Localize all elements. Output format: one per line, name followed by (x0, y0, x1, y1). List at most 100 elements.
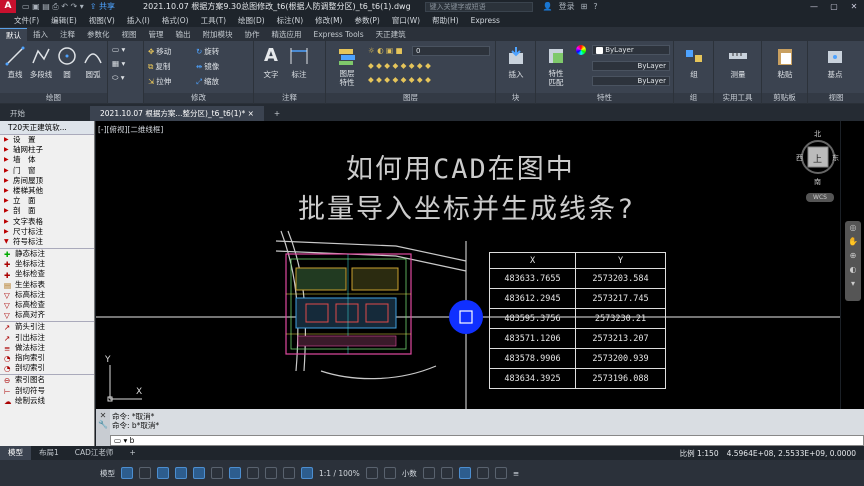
tab-collaborate[interactable]: 协作 (239, 28, 266, 41)
lineweight-dropdown[interactable]: ByLayer (592, 76, 670, 86)
menu-parametric[interactable]: 参数(P) (348, 15, 385, 26)
plus-icon[interactable] (383, 467, 396, 479)
nav-bar-tools[interactable]: ◎ ✋ ⊕ ◐ ▾ (845, 221, 861, 301)
drawing-viewport[interactable]: 如何用CAD在图中 批量导入坐标并生成线条? X Y 483633.7655 25… (96, 121, 840, 409)
menu-modify[interactable]: 修改(M) (309, 15, 348, 26)
layer-state-icons[interactable]: ☼ ◐ ▣ ■ (368, 46, 403, 55)
palette-subitem[interactable]: ⊖ 索引图名 (0, 375, 94, 385)
palette-item[interactable]: ▶ 墙 体 (0, 155, 94, 165)
match-properties-button[interactable]: 特性 匹配 (540, 45, 572, 87)
dim-button[interactable]: 标注 (284, 45, 314, 80)
compass-south[interactable]: 南 (814, 177, 821, 187)
tab-manage[interactable]: 管理 (143, 28, 170, 41)
app-logo[interactable]: A (0, 0, 16, 13)
quick-access-icons[interactable]: ▭ ▣ ▤ ⎙ ↶ ↷ ▾ (22, 2, 84, 12)
mirror-button[interactable]: ⇹ 镜像 (196, 61, 219, 72)
customize-menu-icon[interactable]: ≡ (513, 469, 519, 478)
compass-north[interactable]: 北 (814, 129, 821, 139)
tab-parametric[interactable]: 参数化 (81, 28, 116, 41)
rectangle-icon[interactable]: ▭ ▾ (112, 45, 125, 54)
tab-layout1[interactable]: 布局1 (31, 446, 67, 460)
share-button[interactable]: ⇪ 共享 (90, 1, 115, 12)
minimize-icon[interactable]: — (804, 0, 824, 13)
user-icon[interactable]: 👤 (543, 2, 553, 11)
linetype-dropdown[interactable]: ByLayer (592, 61, 670, 71)
palette-item[interactable]: ▶ 房间屋顶 (0, 176, 94, 186)
tab-output[interactable]: 输出 (170, 28, 197, 41)
menu-view[interactable]: 视图(V) (83, 15, 121, 26)
rotate-button[interactable]: ↻ 旋转 (196, 46, 219, 57)
scale-button[interactable]: ⤢ 缩放 (196, 76, 219, 87)
add-layout-icon[interactable]: + (121, 446, 143, 460)
transparency-icon[interactable] (265, 467, 277, 479)
wcs-menu[interactable]: WCS (806, 193, 834, 202)
menu-express[interactable]: Express (465, 16, 506, 25)
menu-window[interactable]: 窗口(W) (386, 15, 426, 26)
lock-ui-icon[interactable] (440, 467, 453, 479)
menu-format[interactable]: 格式(O) (156, 15, 195, 26)
isolate-objects-icon[interactable] (458, 467, 471, 479)
snap-icon[interactable] (139, 467, 151, 479)
layer-dropdown[interactable]: 0 (412, 46, 490, 56)
close-tab-icon[interactable]: × (248, 109, 254, 118)
help-icon[interactable]: ? (593, 2, 597, 11)
tab-express-tools[interactable]: Express Tools (308, 28, 370, 41)
palette-subitem[interactable]: ☁ 绘制云线 (0, 396, 94, 406)
tab-annotate[interactable]: 注释 (54, 28, 81, 41)
paste-button[interactable]: 粘贴 (770, 45, 800, 80)
command-panel-handle[interactable]: ✕ 🔧 (96, 409, 110, 446)
tab-view[interactable]: 视图 (116, 28, 143, 41)
palette-item[interactable]: ▶ 门 窗 (0, 166, 94, 176)
palette-subitem[interactable]: ✚ 坐标检查 (0, 269, 94, 279)
tab-tangent[interactable]: 天正建筑 (370, 28, 412, 41)
search-input[interactable]: 键入关键字或短语 (424, 1, 533, 12)
menu-file[interactable]: 文件(F) (8, 15, 45, 26)
viewcube[interactable]: 上 北 南 东 西 WCS (796, 129, 839, 209)
menu-help[interactable]: 帮助(H) (426, 15, 465, 26)
menu-edit[interactable]: 编辑(E) (45, 15, 83, 26)
viewcube-top-face[interactable]: 上 (813, 152, 822, 165)
annotation-visibility-icon[interactable] (301, 467, 313, 479)
move-button[interactable]: ✥ 移动 (148, 46, 171, 57)
arc-button[interactable]: 圆弧 (78, 45, 108, 80)
compass-west[interactable]: 西 (796, 153, 803, 163)
tab-current-drawing[interactable]: 2021.10.07 根据方案...整分区)_t6_t6(1)* × (90, 106, 264, 121)
palette-item[interactable]: ▶ 立 面 (0, 196, 94, 206)
palette-subitem[interactable]: ◔ 指向索引 (0, 353, 94, 363)
new-tab-icon[interactable]: + (264, 106, 290, 121)
palette-subitem[interactable]: ↗ 箭头引注 (0, 322, 94, 332)
palette-subitem[interactable]: ▽ 标高对齐 (0, 310, 94, 320)
palette-header[interactable]: T20天正建筑软... (0, 121, 94, 135)
layer-tools-row2[interactable]: ◆ ◆ ◆ ◆ ◆ ◆ ◆ ◆ (368, 75, 431, 84)
workspace-gear-icon[interactable] (365, 467, 378, 479)
palette-item[interactable]: ▼ 符号标注 (0, 237, 94, 247)
tab-insert[interactable]: 插入 (27, 28, 54, 41)
ortho-icon[interactable] (157, 467, 169, 479)
palette-item[interactable]: ▶ 剖 面 (0, 206, 94, 216)
palette-subitem[interactable]: ✚ 坐标标注 (0, 259, 94, 269)
hatch-icon[interactable]: ▦ ▾ (112, 59, 125, 68)
grid-icon[interactable] (121, 467, 133, 479)
stretch-button[interactable]: ⇲ 拉伸 (148, 76, 171, 87)
hardware-acceleration-icon[interactable] (476, 467, 489, 479)
copy-button[interactable]: ⧉ 复制 (148, 61, 170, 72)
polar-icon[interactable] (175, 467, 187, 479)
menu-draw[interactable]: 绘图(D) (232, 15, 271, 26)
tab-cad-teacher[interactable]: CAD江老师 (67, 446, 122, 460)
annotation-scale[interactable]: 1:1 / 100% (319, 469, 360, 478)
ellipse-icon[interactable]: ⬭ ▾ (112, 73, 125, 83)
tab-addins[interactable]: 附加模块 (197, 28, 239, 41)
palette-subitem[interactable]: ↗ 引出标注 (0, 333, 94, 343)
base-point-button[interactable]: 基点 (820, 45, 850, 80)
palette-subitem[interactable]: ✚ 静态标注 (0, 249, 94, 259)
measure-button[interactable]: 测量 (723, 45, 753, 80)
dynamic-input-icon[interactable] (229, 467, 241, 479)
color-wheel-icon[interactable] (576, 45, 586, 55)
palette-item[interactable]: ▶ 设 置 (0, 135, 94, 145)
command-input[interactable]: ▭ ▾ b (110, 435, 864, 446)
text-button[interactable]: A 文字 (256, 45, 286, 80)
model-space-button[interactable]: 模型 (100, 468, 115, 479)
cart-icon[interactable]: ⊞ (581, 2, 588, 11)
clean-screen-icon[interactable] (494, 467, 507, 479)
tab-model[interactable]: 模型 (0, 446, 31, 460)
